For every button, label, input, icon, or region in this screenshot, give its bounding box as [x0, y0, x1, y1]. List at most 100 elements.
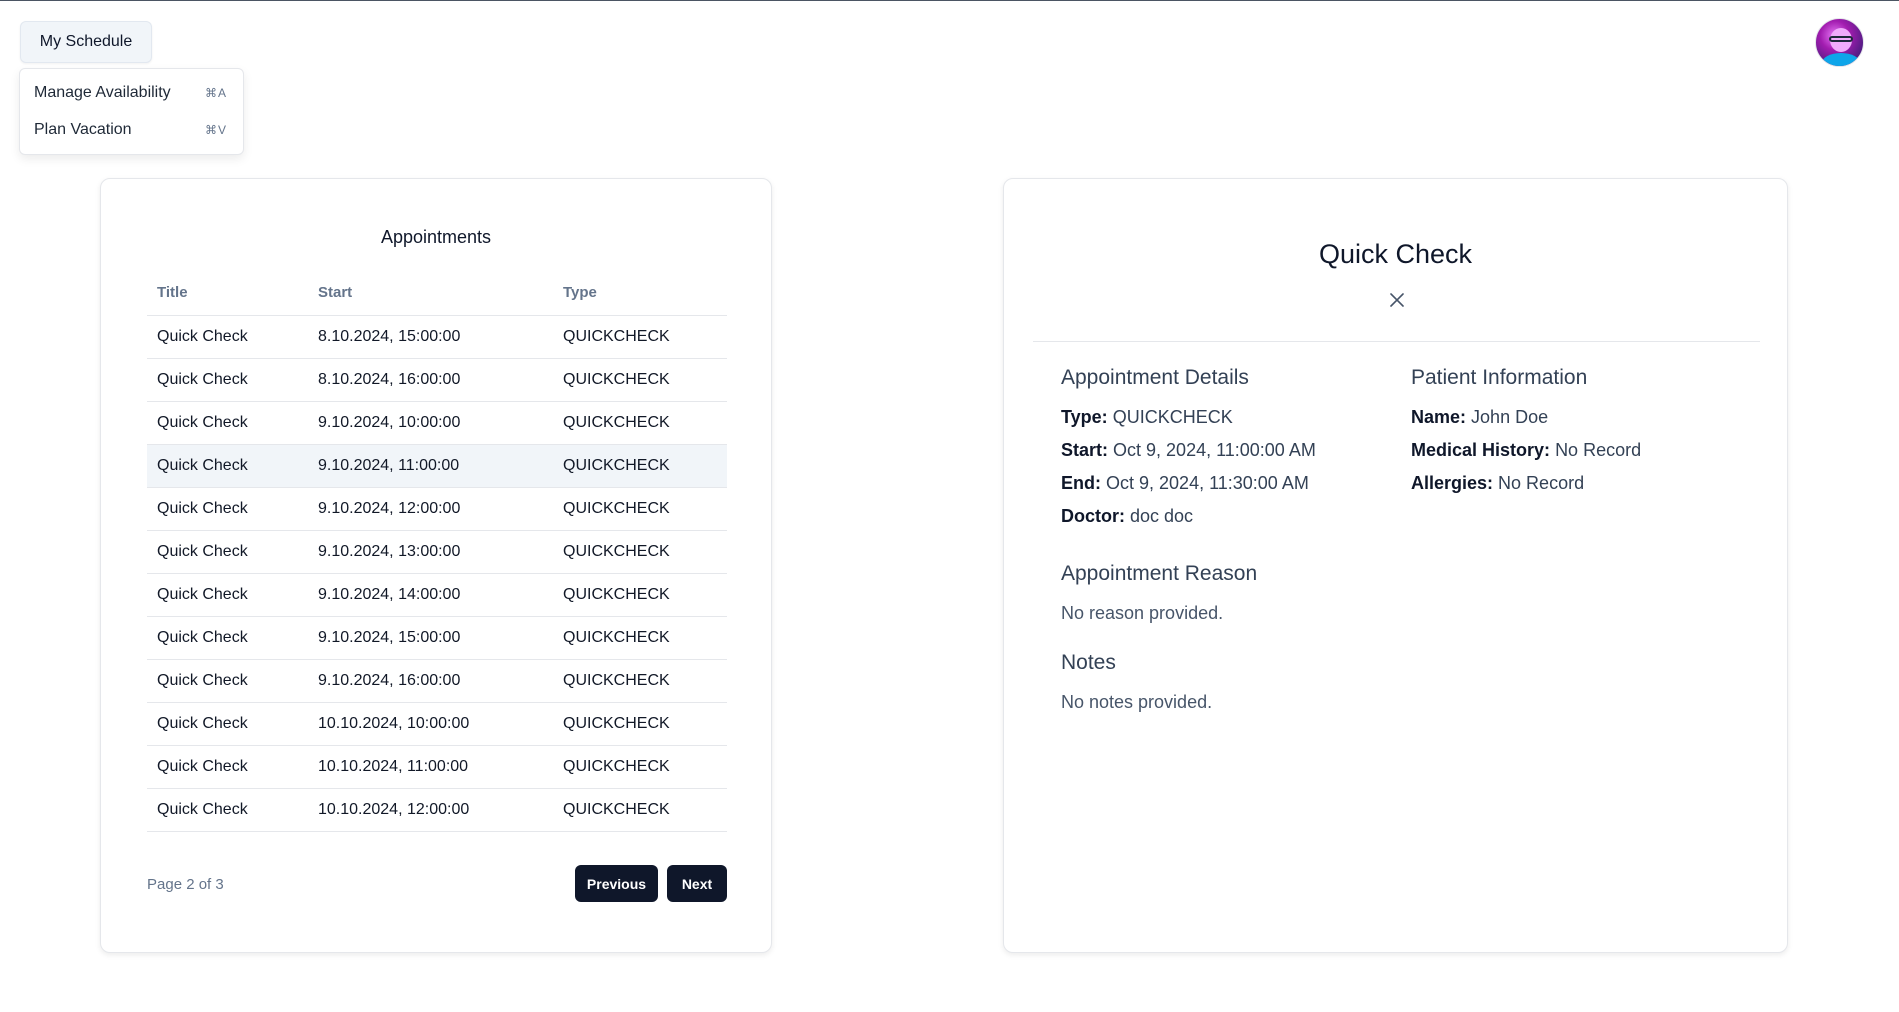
table-row[interactable]: Quick Check 9.10.2024, 16:00:00 QUICKCHECK — [147, 659, 727, 703]
cell-title: Quick Check — [147, 315, 308, 359]
cell-title: Quick Check — [147, 358, 308, 402]
cell-title: Quick Check — [147, 487, 308, 531]
patient-allergies: Allergies: No Record — [1411, 473, 1584, 494]
table-row[interactable]: Quick Check 10.10.2024, 11:00:00 QUICKCHEC… — [147, 745, 727, 789]
patient-information-heading: Patient Information — [1411, 366, 1588, 389]
cell-type: QUICKCHECK — [553, 530, 727, 574]
patient-history-value: No Record — [1555, 440, 1642, 460]
detail-end: End: Oct 9, 2024, 11:30:00 AM — [1061, 473, 1309, 494]
cell-start: 10.10.2024, 12:00:00 — [308, 788, 553, 832]
cell-start: 9.10.2024, 12:00:00 — [308, 487, 553, 531]
avatar-shirt — [1822, 53, 1860, 66]
detail-title: Quick Check — [1318, 239, 1473, 269]
cell-title: Quick Check — [147, 573, 308, 617]
detail-type: Type: QUICKCHECK — [1061, 407, 1233, 428]
cell-type: QUICKCHECK — [553, 315, 727, 359]
cell-start: 9.10.2024, 13:00:00 — [308, 530, 553, 574]
menu-item-shortcut: ⌘V — [204, 122, 227, 137]
detail-end-label: End: — [1061, 473, 1101, 493]
divider — [1033, 341, 1760, 342]
table-row[interactable]: Quick Check 9.10.2024, 14:00:00 QUICKCHECK — [147, 573, 727, 617]
appointments-card: Appointments Title Start Type Quick Chec… — [100, 178, 772, 953]
cell-start: 9.10.2024, 11:00:00 — [308, 444, 553, 488]
detail-start-label: Start: — [1061, 440, 1109, 460]
cell-type: QUICKCHECK — [553, 487, 727, 531]
cell-type: QUICKCHECK — [553, 788, 727, 832]
detail-type-value: QUICKCHECK — [1112, 407, 1233, 427]
cell-title: Quick Check — [147, 702, 308, 746]
close-icon[interactable] — [1389, 292, 1405, 308]
cell-title: Quick Check — [147, 530, 308, 574]
detail-start-value: Oct 9, 2024, 11:00:00 AM — [1113, 440, 1316, 460]
menu-item-manage-availability[interactable]: Manage Availability ⌘A — [20, 74, 243, 111]
column-header-start: Start — [308, 271, 553, 316]
cell-type: QUICKCHECK — [553, 358, 727, 402]
avatar-glasses — [1829, 36, 1853, 42]
cell-start: 8.10.2024, 16:00:00 — [308, 358, 553, 402]
cell-title: Quick Check — [147, 659, 308, 703]
cell-type: QUICKCHECK — [553, 702, 727, 746]
cell-start: 8.10.2024, 15:00:00 — [308, 315, 553, 359]
next-page-button[interactable]: Next — [667, 865, 727, 902]
detail-start: Start: Oct 9, 2024, 11:00:00 AM — [1061, 440, 1316, 461]
menu-item-label: Plan Vacation — [34, 120, 132, 138]
table-row[interactable]: Quick Check 8.10.2024, 15:00:00 QUICKCHECK — [147, 315, 727, 359]
table-row[interactable]: Quick Check 9.10.2024, 10:00:00 QUICKCHECK — [147, 401, 727, 445]
patient-name-value: John Doe — [1471, 407, 1549, 427]
table-row[interactable]: Quick Check 10.10.2024, 10:00:00 QUICKCHEC… — [147, 702, 727, 746]
patient-name: Name: John Doe — [1411, 407, 1548, 428]
previous-page-button[interactable]: Previous — [575, 865, 658, 902]
my-schedule-menu-button[interactable]: My Schedule — [20, 21, 152, 63]
cell-title: Quick Check — [147, 401, 308, 445]
cell-title: Quick Check — [147, 788, 308, 832]
patient-allergies-label: Allergies: — [1411, 473, 1494, 493]
user-avatar[interactable] — [1815, 18, 1864, 67]
patient-name-label: Name: — [1411, 407, 1467, 427]
table-row[interactable]: Quick Check 9.10.2024, 11:00:00 QUICKCHECK — [147, 444, 727, 488]
table-row[interactable]: Quick Check 9.10.2024, 15:00:00 QUICKCHECK — [147, 616, 727, 660]
cell-title: Quick Check — [147, 616, 308, 660]
notes-text: No notes provided. — [1061, 692, 1213, 712]
pagination-info: Page 2 of 3 — [147, 876, 224, 893]
schedule-dropdown-menu: Manage Availability ⌘A Plan Vacation ⌘V — [19, 68, 244, 155]
appointments-title: Appointments — [380, 227, 492, 247]
cell-type: QUICKCHECK — [553, 444, 727, 488]
column-header-title: Title — [147, 271, 308, 316]
column-header-type: Type — [553, 271, 727, 316]
table-row[interactable]: Quick Check 9.10.2024, 13:00:00 QUICKCHECK — [147, 530, 727, 574]
cell-start: 10.10.2024, 10:00:00 — [308, 702, 553, 746]
patient-history-label: Medical History: — [1411, 440, 1551, 460]
table-row[interactable]: Quick Check 8.10.2024, 16:00:00 QUICKCHECK — [147, 358, 727, 402]
cell-title: Quick Check — [147, 745, 308, 789]
appointment-detail-card: Quick Check Appointment Details Type: QU… — [1003, 178, 1788, 953]
cell-type: QUICKCHECK — [553, 401, 727, 445]
detail-doctor-value: doc doc — [1130, 506, 1194, 526]
appointments-table: Title Start Type Quick Check 8.10.2024, 1… — [147, 271, 727, 832]
detail-doctor: Doctor: doc doc — [1061, 506, 1193, 527]
menu-item-label: Manage Availability — [34, 83, 171, 101]
detail-doctor-label: Doctor: — [1061, 506, 1125, 526]
cell-start: 9.10.2024, 14:00:00 — [308, 573, 553, 617]
cell-type: QUICKCHECK — [553, 659, 727, 703]
detail-end-value: Oct 9, 2024, 11:30:00 AM — [1106, 473, 1309, 493]
appointment-reason-heading: Appointment Reason — [1061, 562, 1258, 585]
appointment-reason-text: No reason provided. — [1061, 603, 1224, 623]
notes-heading: Notes — [1061, 651, 1116, 674]
patient-allergies-value: No Record — [1498, 473, 1585, 493]
cell-start: 9.10.2024, 16:00:00 — [308, 659, 553, 703]
cell-start: 10.10.2024, 11:00:00 — [308, 745, 553, 789]
cell-start: 9.10.2024, 15:00:00 — [308, 616, 553, 660]
detail-type-label: Type: — [1061, 407, 1108, 427]
table-row[interactable]: Quick Check 9.10.2024, 12:00:00 QUICKCHECK — [147, 487, 727, 531]
menu-item-shortcut: ⌘A — [204, 85, 227, 100]
cell-type: QUICKCHECK — [553, 573, 727, 617]
cell-type: QUICKCHECK — [553, 745, 727, 789]
patient-medical-history: Medical History: No Record — [1411, 440, 1641, 461]
table-row[interactable]: Quick Check 10.10.2024, 12:00:00 QUICKCHEC… — [147, 788, 727, 832]
appointment-details-heading: Appointment Details — [1061, 366, 1249, 389]
menu-item-plan-vacation[interactable]: Plan Vacation ⌘V — [20, 111, 243, 148]
cell-title: Quick Check — [147, 444, 308, 488]
cell-start: 9.10.2024, 10:00:00 — [308, 401, 553, 445]
table-header-row: Title Start Type — [147, 271, 727, 316]
cell-type: QUICKCHECK — [553, 616, 727, 660]
